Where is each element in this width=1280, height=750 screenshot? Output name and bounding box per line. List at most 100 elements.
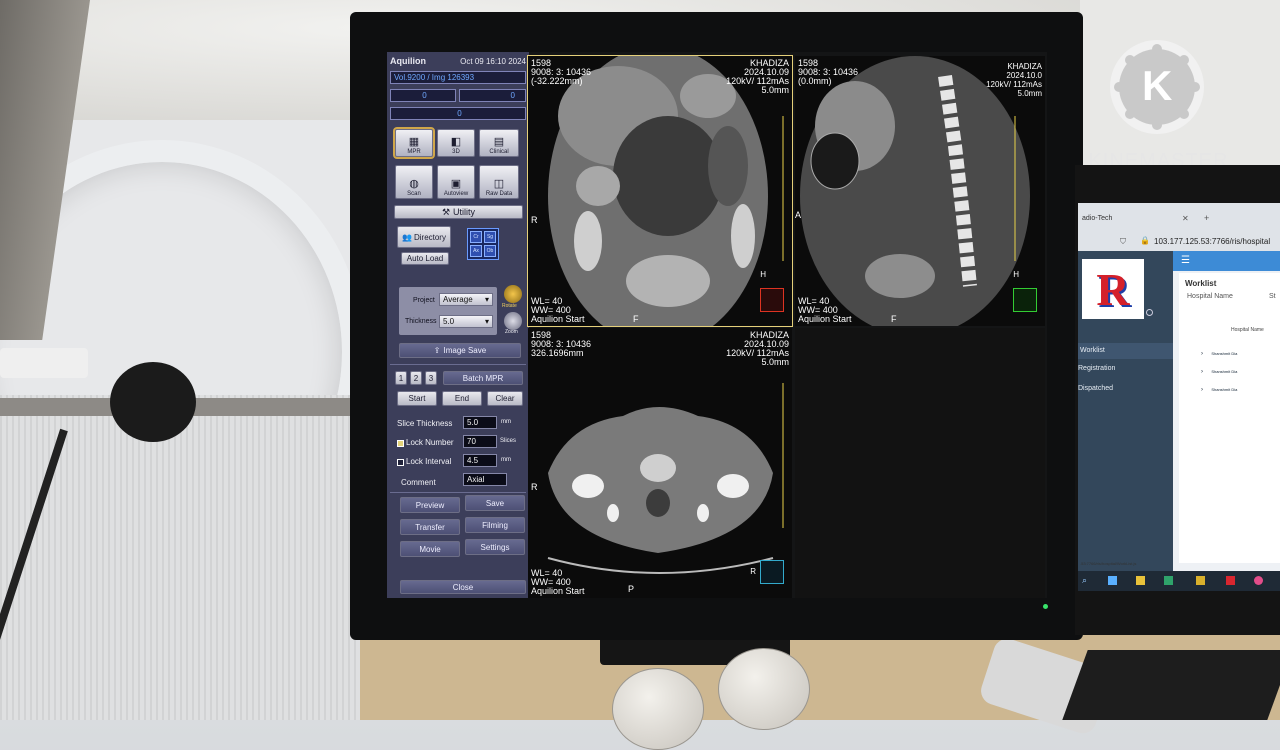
settings-button[interactable]: Settings <box>465 539 525 555</box>
raw-data-button[interactable]: ◫ Raw Data <box>479 165 519 199</box>
search-icon[interactable]: ⌕ <box>1082 575 1087 586</box>
page-1-button[interactable]: 1 <box>395 371 407 385</box>
scan-button[interactable]: ◍ Scan <box>395 165 433 199</box>
zoom-icon[interactable] <box>504 312 522 330</box>
address-bar[interactable]: 103.177.125.53:7766/ris/hospital <box>1154 237 1270 246</box>
browser-window: adio-Tech ✕ + ⛉ 🔒 103.177.125.53:7766/ri… <box>1078 203 1280 591</box>
layout-selector[interactable]: Cr Sg Ax Ob <box>467 228 499 260</box>
coronal-cube-marker: H <box>760 270 766 279</box>
clear-button[interactable]: Clear <box>487 391 523 406</box>
tab-clinical[interactable]: ▤ Clinical <box>479 129 519 157</box>
divider <box>390 492 526 493</box>
utility-button[interactable]: ⚒ Utility <box>394 205 523 219</box>
chevron-down-icon: ▾ <box>484 295 489 304</box>
auto-load-button[interactable]: Auto Load <box>401 252 449 265</box>
viewport-axial[interactable]: 1598 9008: 3: 10436 326.1696mm KHADIZA 2… <box>528 328 792 598</box>
counter-b-field[interactable]: 0 <box>459 89 526 102</box>
counter-c-field[interactable]: 0 <box>390 107 526 120</box>
table-header: Hospital Name <box>1231 327 1264 333</box>
table-row[interactable]: › Shanshmit Dia <box>1201 351 1237 357</box>
transfer-button[interactable]: Transfer <box>400 519 460 535</box>
divider <box>390 364 526 365</box>
comment-input[interactable]: Axial <box>463 473 507 486</box>
start-button[interactable]: Start <box>397 391 437 406</box>
sidebar-item-worklist[interactable]: Worklist <box>1078 343 1173 359</box>
table-row[interactable]: › Shanshmit Dia <box>1201 369 1237 375</box>
kinemaster-watermark: K KINEMASTER <box>1076 40 1241 180</box>
sidebar-item-registration[interactable]: Registration <box>1078 365 1115 372</box>
radiator-panel <box>0 395 360 720</box>
counter-b-value: 0 <box>510 91 515 100</box>
filming-button[interactable]: Filming <box>465 517 525 533</box>
save-button[interactable]: Save <box>465 495 525 511</box>
people-icon: 👥 <box>402 232 412 242</box>
layout-cell-ob[interactable]: Ob <box>484 245 496 257</box>
sidebar-item-dispatched[interactable]: Dispatched <box>1078 385 1113 392</box>
taskbar-app-icon[interactable] <box>1108 576 1117 585</box>
preview-button[interactable]: Preview <box>400 497 460 513</box>
section-title: Worklist <box>1185 279 1217 288</box>
chevron-right-icon: › <box>1201 387 1203 393</box>
page-2-button[interactable]: 2 <box>410 371 422 385</box>
directory-button[interactable]: 👥 Directory <box>397 226 451 248</box>
column-header-hospital: Hospital Name <box>1187 293 1233 300</box>
project-value: Average <box>443 295 473 304</box>
column-header-status: St <box>1269 293 1276 300</box>
utility-icon: ⚒ <box>441 206 451 217</box>
tab-mpr[interactable]: ▦ MPR <box>393 127 435 159</box>
lock-interval-input[interactable]: 4.5 <box>463 454 497 467</box>
slice-thickness-unit: mm <box>501 419 511 425</box>
thickness-label: Thickness <box>405 318 437 325</box>
folder-icon[interactable] <box>1136 576 1145 585</box>
control-knob-right <box>718 648 810 730</box>
coronal-window-info: WL= 40 WW= 400 Aquilion Start <box>531 296 585 324</box>
viewport-empty[interactable] <box>795 328 1045 598</box>
layout-cell-cr[interactable]: Cr <box>470 231 482 243</box>
project-select[interactable]: Average ▾ <box>439 293 493 306</box>
network-router <box>0 348 88 378</box>
lock-icon: 🔒 <box>1140 236 1150 245</box>
thickness-select[interactable]: 5.0 ▾ <box>439 315 493 328</box>
viewport-coronal[interactable]: 1598 9008: 3: 10436 (-32.222mm) KHADIZA … <box>527 55 793 327</box>
movie-button[interactable]: Movie <box>400 541 460 557</box>
chevron-right-icon: › <box>1201 351 1203 357</box>
axial-top-right-info: KHADIZA 2024.10.09 120kV/ 112mAs 5.0mm <box>726 330 789 367</box>
mpr-icon: ▦ <box>408 136 420 148</box>
lock-number-input[interactable]: 70 <box>463 435 497 448</box>
scan-label: Scan <box>407 191 421 197</box>
new-tab-icon[interactable]: + <box>1204 213 1209 223</box>
menu-icon[interactable]: ☰ <box>1181 255 1190 266</box>
slice-thickness-label: Slice Thickness <box>397 419 453 428</box>
taskbar-app-icon[interactable] <box>1254 576 1263 585</box>
lock-number-checkbox[interactable] <box>397 440 404 447</box>
save-icon: ⇪ <box>433 346 441 355</box>
close-tab-icon[interactable]: ✕ <box>1182 214 1189 223</box>
tab-3d[interactable]: ◧ 3D <box>437 129 475 157</box>
clinical-icon: ▤ <box>493 136 505 148</box>
taskbar-app-icon[interactable] <box>1226 576 1235 585</box>
taskbar-app-icon[interactable] <box>1196 576 1205 585</box>
counter-a-field[interactable]: 0 <box>390 89 456 102</box>
lock-interval-checkbox[interactable] <box>397 459 404 466</box>
table-row[interactable]: › Shanshmit Dia <box>1201 387 1237 393</box>
layout-cell-sg[interactable]: Sg <box>484 231 496 243</box>
row-hospital: Shanshmit Dia <box>1211 387 1238 392</box>
close-button[interactable]: Close <box>400 580 526 594</box>
image-save-button[interactable]: ⇪ Image Save <box>399 343 521 358</box>
browser-tab[interactable]: adio-Tech <box>1082 215 1112 222</box>
datetime-label: Oct 09 16:10 2024 <box>460 56 526 66</box>
viewport-sagittal[interactable]: 1598 9008: 3: 10436 (0.0mm) KHADIZA 2024… <box>795 56 1045 326</box>
page-3-button[interactable]: 3 <box>425 371 437 385</box>
project-label: Project <box>413 297 435 304</box>
taskbar-app-icon[interactable] <box>1164 576 1173 585</box>
layout-cell-ax[interactable]: Ax <box>470 245 482 257</box>
directory-label: Directory <box>413 232 446 242</box>
batch-mpr-button[interactable]: Batch MPR <box>443 371 523 385</box>
rotate-icon[interactable] <box>504 285 522 303</box>
autoview-button[interactable]: ▣ Autoview <box>437 165 475 199</box>
counter-c-value: 0 <box>457 109 462 118</box>
end-button[interactable]: End <box>442 391 482 406</box>
power-led <box>1043 604 1048 609</box>
slice-thickness-input[interactable]: 5.0 <box>463 416 497 429</box>
raw-data-icon: ◫ <box>493 178 505 190</box>
